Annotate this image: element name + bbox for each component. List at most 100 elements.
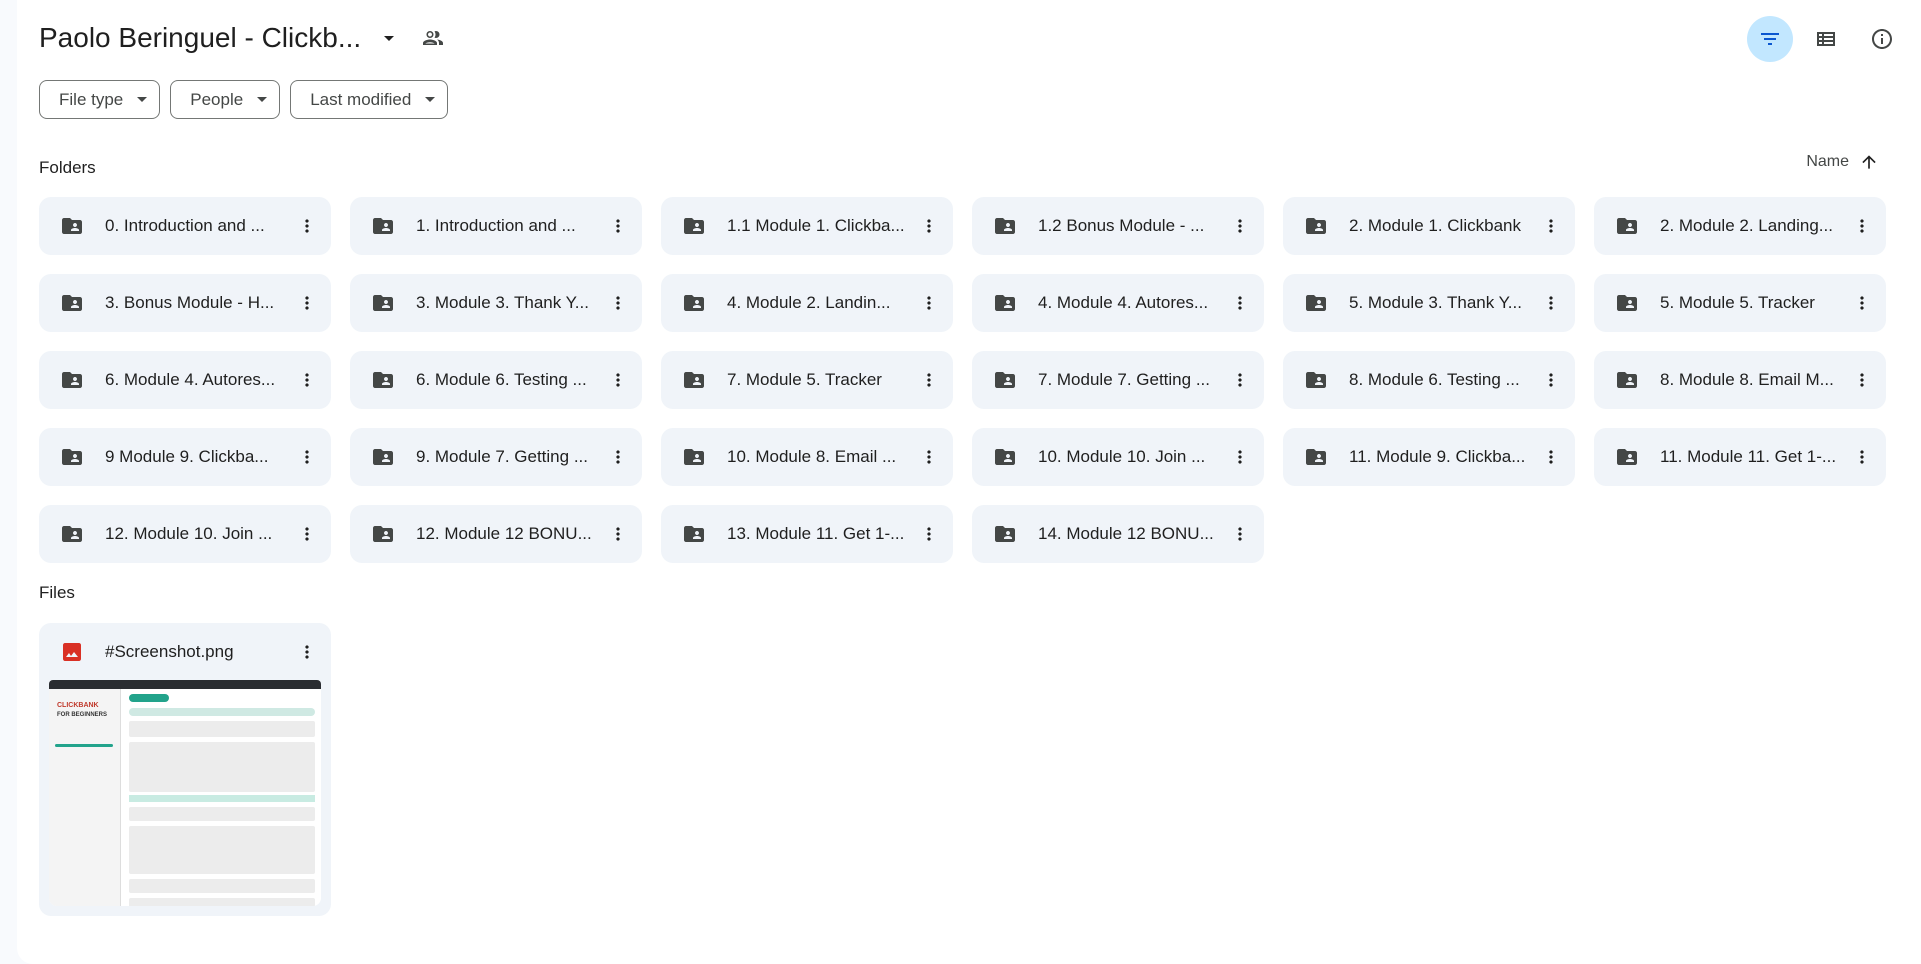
chip-label: File type	[59, 89, 124, 109]
thumb-block	[129, 742, 315, 792]
file-card[interactable]: #Screenshot.png CLICKBANK FOR BEGINNERS	[39, 623, 331, 916]
chevron-down-icon	[425, 97, 436, 102]
folder-name: 9 Module 9. Clickba...	[105, 447, 269, 466]
more-vert-icon[interactable]	[1224, 210, 1256, 242]
more-vert-icon[interactable]	[602, 518, 634, 550]
more-vert-icon[interactable]	[291, 441, 323, 473]
more-vert-icon[interactable]	[1846, 441, 1878, 473]
folder-item[interactable]: 10. Module 8. Email ...	[661, 428, 953, 486]
folder-item[interactable]: 5. Module 5. Tracker	[1594, 274, 1886, 332]
shared-folder-icon	[60, 522, 84, 546]
last-modified-filter[interactable]: Last modified	[290, 80, 449, 119]
page-title[interactable]: Paolo Beringuel - Clickb...	[39, 22, 361, 54]
more-vert-icon[interactable]	[1224, 287, 1256, 319]
folder-item[interactable]: 10. Module 10. Join ...	[972, 428, 1264, 486]
more-vert-icon[interactable]	[1224, 518, 1256, 550]
folder-item[interactable]: 8. Module 6. Testing ...	[1283, 351, 1575, 409]
people-icon[interactable]	[413, 18, 453, 58]
arrow-upward-icon	[1862, 155, 1876, 169]
folder-item[interactable]: 9 Module 9. Clickba...	[39, 428, 331, 486]
more-vert-icon[interactable]	[1846, 287, 1878, 319]
folder-item[interactable]: 9. Module 7. Getting ...	[350, 428, 642, 486]
thumb-logo-sub: FOR BEGINNERS	[57, 712, 108, 718]
folders-heading: Folders	[39, 158, 96, 177]
folder-item[interactable]: 4. Module 4. Autores...	[972, 274, 1264, 332]
folder-item[interactable]: 1. Introduction and ...	[350, 197, 642, 255]
folder-item[interactable]: 6. Module 4. Autores...	[39, 351, 331, 409]
folder-item[interactable]: 12. Module 10. Join ...	[39, 505, 331, 563]
more-vert-icon[interactable]	[913, 210, 945, 242]
folder-name: 9. Module 7. Getting ...	[416, 447, 588, 466]
folder-item[interactable]: 11. Module 9. Clickba...	[1283, 428, 1575, 486]
folder-item[interactable]: 3. Bonus Module - H...	[39, 274, 331, 332]
thumb-content	[129, 694, 315, 906]
folder-name: 1.1 Module 1. Clickba...	[727, 216, 905, 235]
file-type-filter[interactable]: File type	[39, 80, 161, 119]
folder-item[interactable]: 14. Module 12 BONU...	[972, 505, 1264, 563]
shared-folder-icon	[1304, 445, 1328, 469]
more-vert-icon[interactable]	[1535, 287, 1567, 319]
folder-item[interactable]: 5. Module 3. Thank Y...	[1283, 274, 1575, 332]
folder-item[interactable]: 8. Module 8. Email M...	[1594, 351, 1886, 409]
shared-folder-icon	[371, 522, 395, 546]
info-icon[interactable]	[1859, 16, 1905, 62]
view-controls	[1747, 16, 1905, 62]
folder-item[interactable]: 7. Module 5. Tracker	[661, 351, 953, 409]
shared-folder-icon	[1304, 368, 1328, 392]
more-vert-icon[interactable]	[291, 518, 323, 550]
sort-button[interactable]: Name	[1806, 152, 1879, 172]
more-vert-icon[interactable]	[1535, 364, 1567, 396]
shared-folder-icon	[371, 368, 395, 392]
folder-item[interactable]: 7. Module 7. Getting ...	[972, 351, 1264, 409]
more-vert-icon[interactable]	[291, 287, 323, 319]
folder-item[interactable]: 0. Introduction and ...	[39, 197, 331, 255]
more-vert-icon[interactable]	[1535, 441, 1567, 473]
people-filter[interactable]: People	[170, 80, 281, 119]
folder-item[interactable]: 1.2 Bonus Module - ...	[972, 197, 1264, 255]
folder-name: 11. Module 11. Get 1-...	[1660, 447, 1837, 466]
chevron-down-icon	[137, 97, 148, 102]
shared-folder-icon	[60, 291, 84, 315]
folder-item[interactable]: 2. Module 2. Landing...	[1594, 197, 1886, 255]
arrow-drop-down-icon[interactable]	[369, 18, 409, 58]
more-vert-icon[interactable]	[913, 518, 945, 550]
folder-item[interactable]: 4. Module 2. Landin...	[661, 274, 953, 332]
shared-folder-icon	[1615, 445, 1639, 469]
more-vert-icon[interactable]	[602, 287, 634, 319]
folder-name: 8. Module 8. Email M...	[1660, 370, 1834, 389]
folder-item[interactable]: 1.1 Module 1. Clickba...	[661, 197, 953, 255]
more-vert-icon[interactable]	[1224, 441, 1256, 473]
list-view-icon[interactable]	[1803, 16, 1849, 62]
more-vert-icon[interactable]	[602, 364, 634, 396]
file-header: #Screenshot.png	[39, 623, 331, 681]
more-vert-icon[interactable]	[1224, 364, 1256, 396]
folder-grid: 0. Introduction and ... 1. Introduction a…	[39, 197, 1886, 563]
more-vert-icon[interactable]	[291, 210, 323, 242]
folder-name: 12. Module 10. Join ...	[105, 524, 273, 543]
files-heading: Files	[39, 583, 75, 602]
thumb-progress	[55, 744, 113, 747]
more-vert-icon[interactable]	[913, 287, 945, 319]
more-vert-icon[interactable]	[913, 364, 945, 396]
shared-folder-icon	[371, 291, 395, 315]
folder-item[interactable]: 2. Module 1. Clickbank	[1283, 197, 1575, 255]
more-vert-icon[interactable]	[602, 210, 634, 242]
more-vert-icon[interactable]	[913, 441, 945, 473]
more-vert-icon[interactable]	[1846, 210, 1878, 242]
more-vert-icon[interactable]	[291, 364, 323, 396]
folder-item[interactable]: 3. Module 3. Thank Y...	[350, 274, 642, 332]
image-icon	[63, 643, 81, 661]
shared-folder-icon	[993, 368, 1017, 392]
more-vert-icon[interactable]	[602, 441, 634, 473]
folder-item[interactable]: 6. Module 6. Testing ...	[350, 351, 642, 409]
title-row: Paolo Beringuel - Clickb...	[39, 18, 453, 58]
filter-list-icon[interactable]	[1747, 16, 1793, 62]
shared-folder-icon	[371, 445, 395, 469]
more-vert-icon[interactable]	[291, 636, 323, 668]
folder-item[interactable]: 13. Module 11. Get 1-...	[661, 505, 953, 563]
folder-item[interactable]: 11. Module 11. Get 1-...	[1594, 428, 1886, 486]
more-vert-icon[interactable]	[1846, 364, 1878, 396]
folder-item[interactable]: 12. Module 12 BONU...	[350, 505, 642, 563]
thumb-block	[129, 879, 315, 893]
more-vert-icon[interactable]	[1535, 210, 1567, 242]
